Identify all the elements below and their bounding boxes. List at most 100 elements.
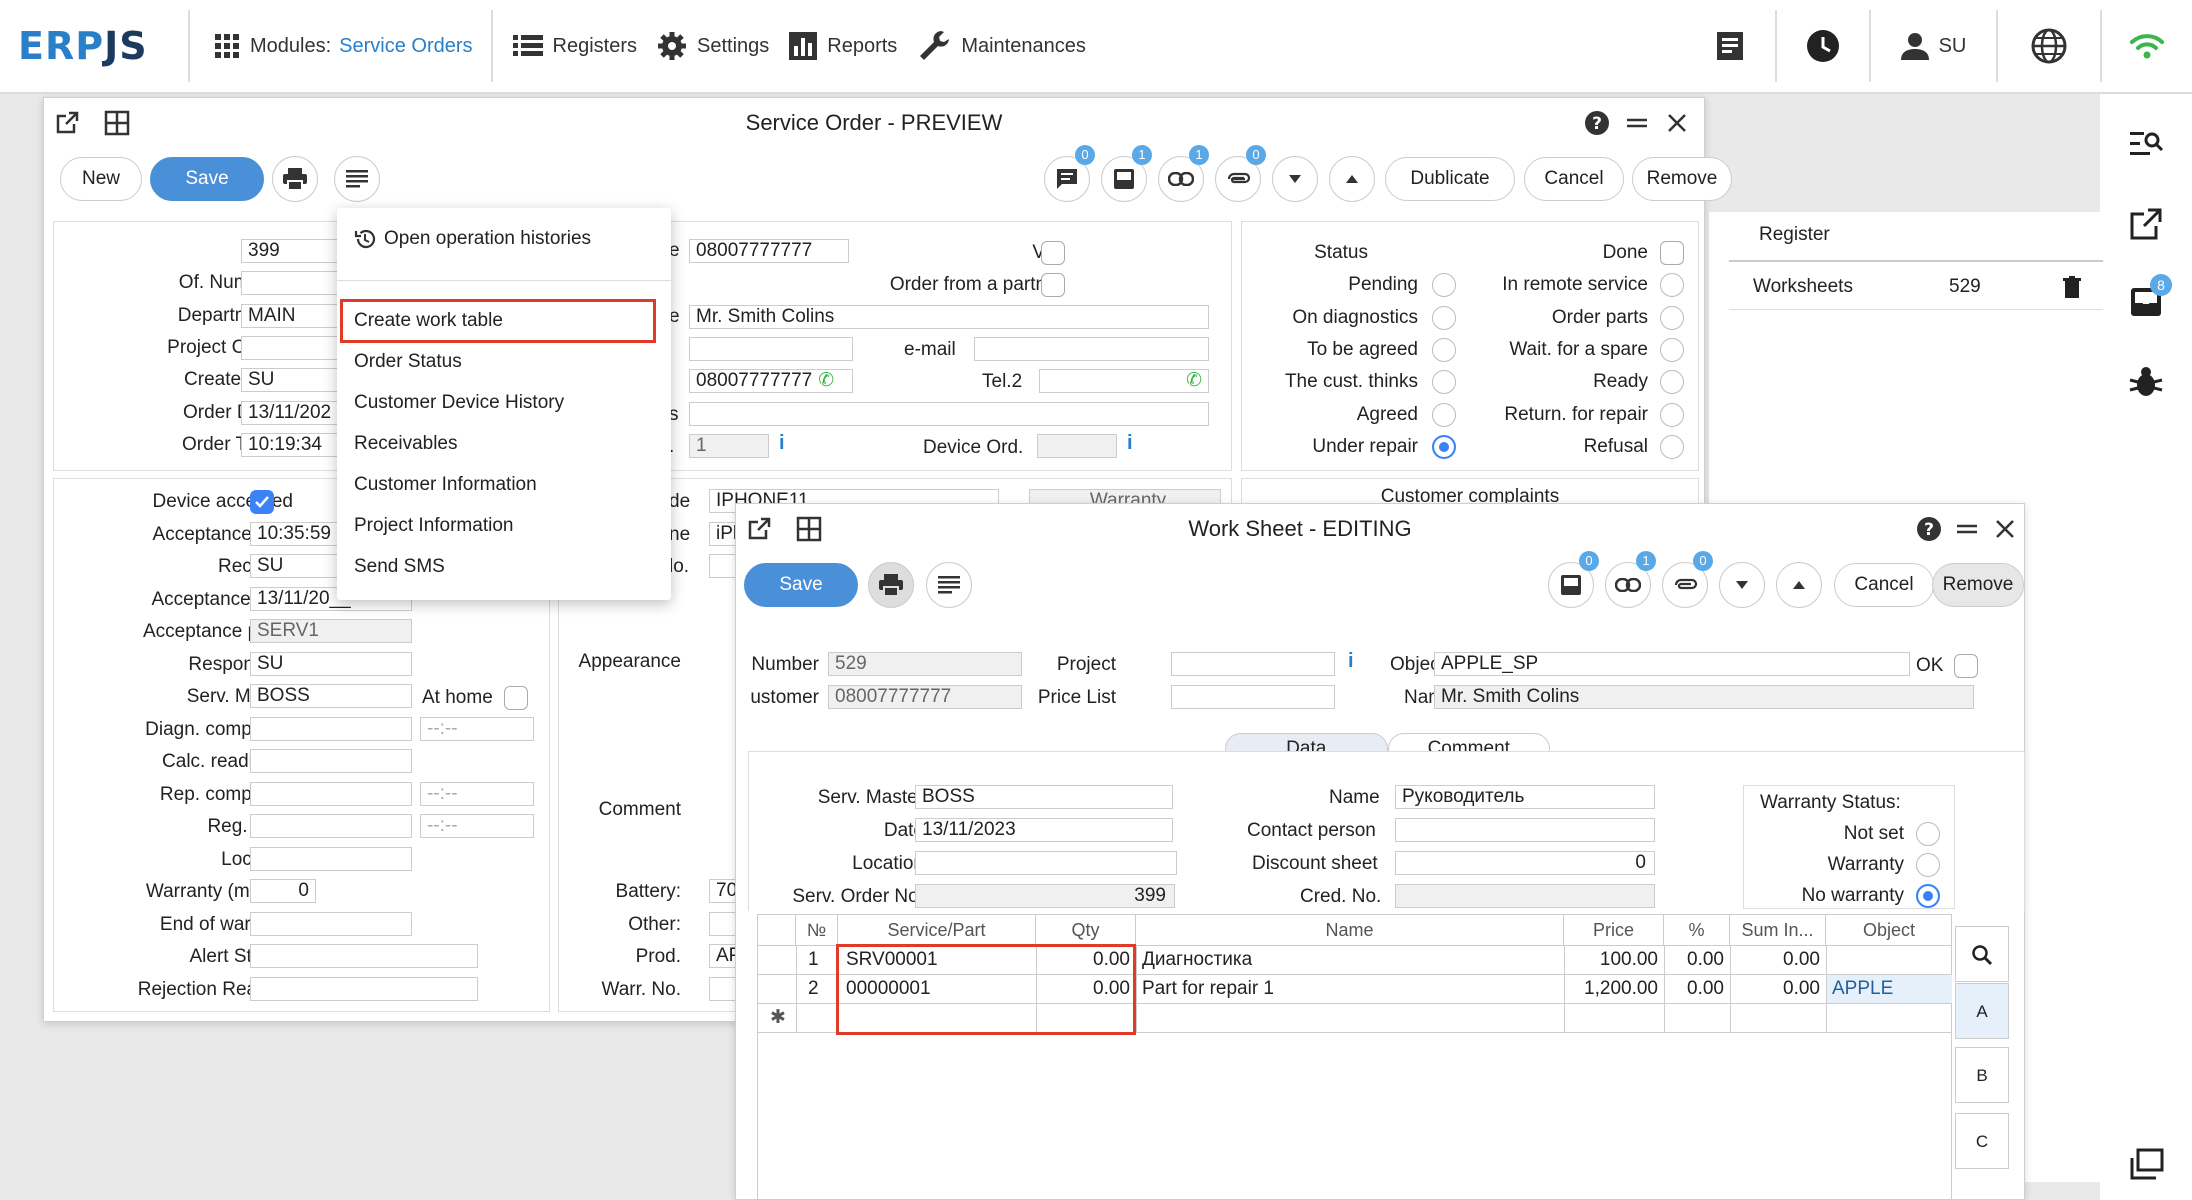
attach-button[interactable]: 0 [1215,145,1266,202]
copy-windows-icon[interactable] [2126,1144,2166,1184]
minimize-icon[interactable] [1624,110,1650,136]
rep-completed-time[interactable]: --:-- [420,782,534,806]
cell-pct[interactable]: 0.00 [1664,975,1724,1003]
collapse-up-button[interactable] [1329,156,1375,202]
minimize-icon[interactable] [1954,516,1980,542]
warranty-none-radio[interactable] [1916,884,1940,908]
close-icon[interactable] [1664,110,1690,136]
menu-open-operation-histories[interactable]: Open operation histories [354,228,591,250]
ws-collapse-up-button[interactable] [1776,562,1822,608]
alert-status-field[interactable] [250,944,478,968]
rejection-reason-field[interactable] [250,977,478,1001]
info-icon[interactable]: i [1127,432,1133,455]
nav-reports[interactable]: Reports [789,32,897,60]
status-refusal-radio[interactable] [1660,435,1684,459]
ws-ok-checkbox[interactable] [1954,654,1978,678]
diagn-completed-date[interactable] [250,717,412,741]
warranty-month-field[interactable]: 0 [250,879,316,903]
calc-readiness-field[interactable] [250,749,412,773]
email-field[interactable] [974,337,1209,361]
customer-name-field[interactable]: Mr. Smith Colins [689,305,1209,329]
status-agreed-radio[interactable] [1432,403,1456,427]
order-from-partner-checkbox[interactable] [1041,273,1065,297]
col-price[interactable]: Price [1564,915,1664,945]
menu-project-information[interactable]: Project Information [354,515,513,537]
done-checkbox[interactable] [1660,241,1684,265]
link-button[interactable]: 1 [1158,145,1209,202]
status-wait-spare-radio[interactable] [1660,338,1684,362]
clock-icon[interactable] [1777,29,1869,63]
status-in-remote-radio[interactable] [1660,273,1684,297]
comments-button[interactable]: 0 [1044,145,1095,202]
cell-name[interactable]: Part for repair 1 [1142,975,1274,1003]
status-under-repair-radio[interactable] [1432,435,1456,459]
inbox-button[interactable]: 8 [2126,274,2172,322]
ws-name-field[interactable]: Mr. Smith Colins [1434,685,1974,709]
help-icon[interactable]: ? [1584,110,1610,136]
menu-order-status[interactable]: Order Status [354,351,462,373]
cell-name[interactable]: Диагностика [1142,946,1252,974]
diagn-completed-time[interactable]: --:-- [420,717,534,741]
close-icon[interactable] [1992,516,2018,542]
status-on-diag-radio[interactable] [1432,306,1456,330]
cell-pct[interactable]: 0.00 [1664,946,1724,974]
grid-tab-a[interactable]: A [1955,983,2009,1039]
ws-location-field[interactable] [915,851,1177,875]
cell-sum[interactable]: 0.00 [1730,975,1820,1003]
ws-project-field[interactable] [1171,652,1335,676]
ws-serv-master-field[interactable]: BOSS [915,785,1173,809]
ws-contact-field[interactable] [1395,818,1655,842]
register-row-worksheets[interactable]: Worksheets 529 [1729,266,2103,310]
ws-inbox-button[interactable]: 0 [1548,551,1599,608]
inbox-button[interactable]: 1 [1101,145,1152,202]
nav-registers[interactable]: Registers [512,34,637,58]
menu-customer-device-history[interactable]: Customer Device History [354,392,564,414]
grid-search-tab[interactable] [1955,926,2009,982]
col-service-part[interactable]: Service/Part [838,915,1036,945]
open-external-icon[interactable] [2126,204,2166,244]
menu-receivables[interactable]: Receivables [354,433,458,455]
ws-serv-order-field[interactable]: 399 [915,884,1175,908]
grid-tab-b[interactable]: B [1955,1047,2009,1103]
ws-attach-button[interactable]: 0 [1662,551,1713,608]
tel2-field[interactable]: ✆ [1039,369,1209,393]
at-home-checkbox[interactable] [504,686,528,710]
menu-customer-information[interactable]: Customer Information [354,474,537,496]
trash-icon[interactable] [2063,276,2081,298]
duplicate-button[interactable]: Dublicate [1385,157,1515,201]
col-no[interactable]: № [796,915,838,945]
search-list-icon[interactable] [2126,124,2166,164]
warranty-warranty-radio[interactable] [1916,853,1940,877]
cell-object[interactable]: APPLE [1826,975,1952,1003]
ws-collapse-down-button[interactable] [1719,562,1765,608]
serv-master-field[interactable]: BOSS [250,684,412,708]
status-to-be-agreed-radio[interactable] [1432,338,1456,362]
collapse-down-button[interactable] [1272,156,1318,202]
app-logo[interactable]: ERPJS [18,24,188,68]
phone2-icon[interactable]: ✆ [1186,370,1202,392]
cell-price[interactable]: 100.00 [1564,946,1658,974]
device-accepted-checkbox[interactable] [250,490,274,514]
reg-time-field[interactable]: --:-- [420,814,534,838]
col-sum[interactable]: Sum In... [1730,915,1826,945]
col-pct[interactable]: % [1664,915,1730,945]
user-menu[interactable]: SU [1871,32,1996,60]
menu-send-sms[interactable]: Send SMS [354,556,445,578]
ws-print-button[interactable] [868,562,914,608]
ws-cred-field[interactable] [1395,884,1655,908]
modules-value[interactable]: Service Orders [339,35,472,58]
save-button[interactable]: Save [150,157,264,201]
ws-date-field[interactable]: 13/11/2023 [915,818,1173,842]
cancel-button[interactable]: Cancel [1524,157,1624,201]
address-field[interactable] [689,402,1209,426]
responsible-field[interactable]: SU [250,652,412,676]
cell-sum[interactable]: 0.00 [1730,946,1820,974]
acceptance-place-field[interactable]: SERV1 [250,619,412,643]
status-return-repair-radio[interactable] [1660,403,1684,427]
ws-data-name-field[interactable]: Руководитель [1395,785,1655,809]
ws-customer-field[interactable]: 08007777777 [828,685,1022,709]
ws-cancel-button[interactable]: Cancel [1834,563,1934,607]
remove-button[interactable]: Remove [1632,157,1732,201]
reg-date-field[interactable] [250,814,412,838]
cell-price[interactable]: 1,200.00 [1564,975,1658,1003]
